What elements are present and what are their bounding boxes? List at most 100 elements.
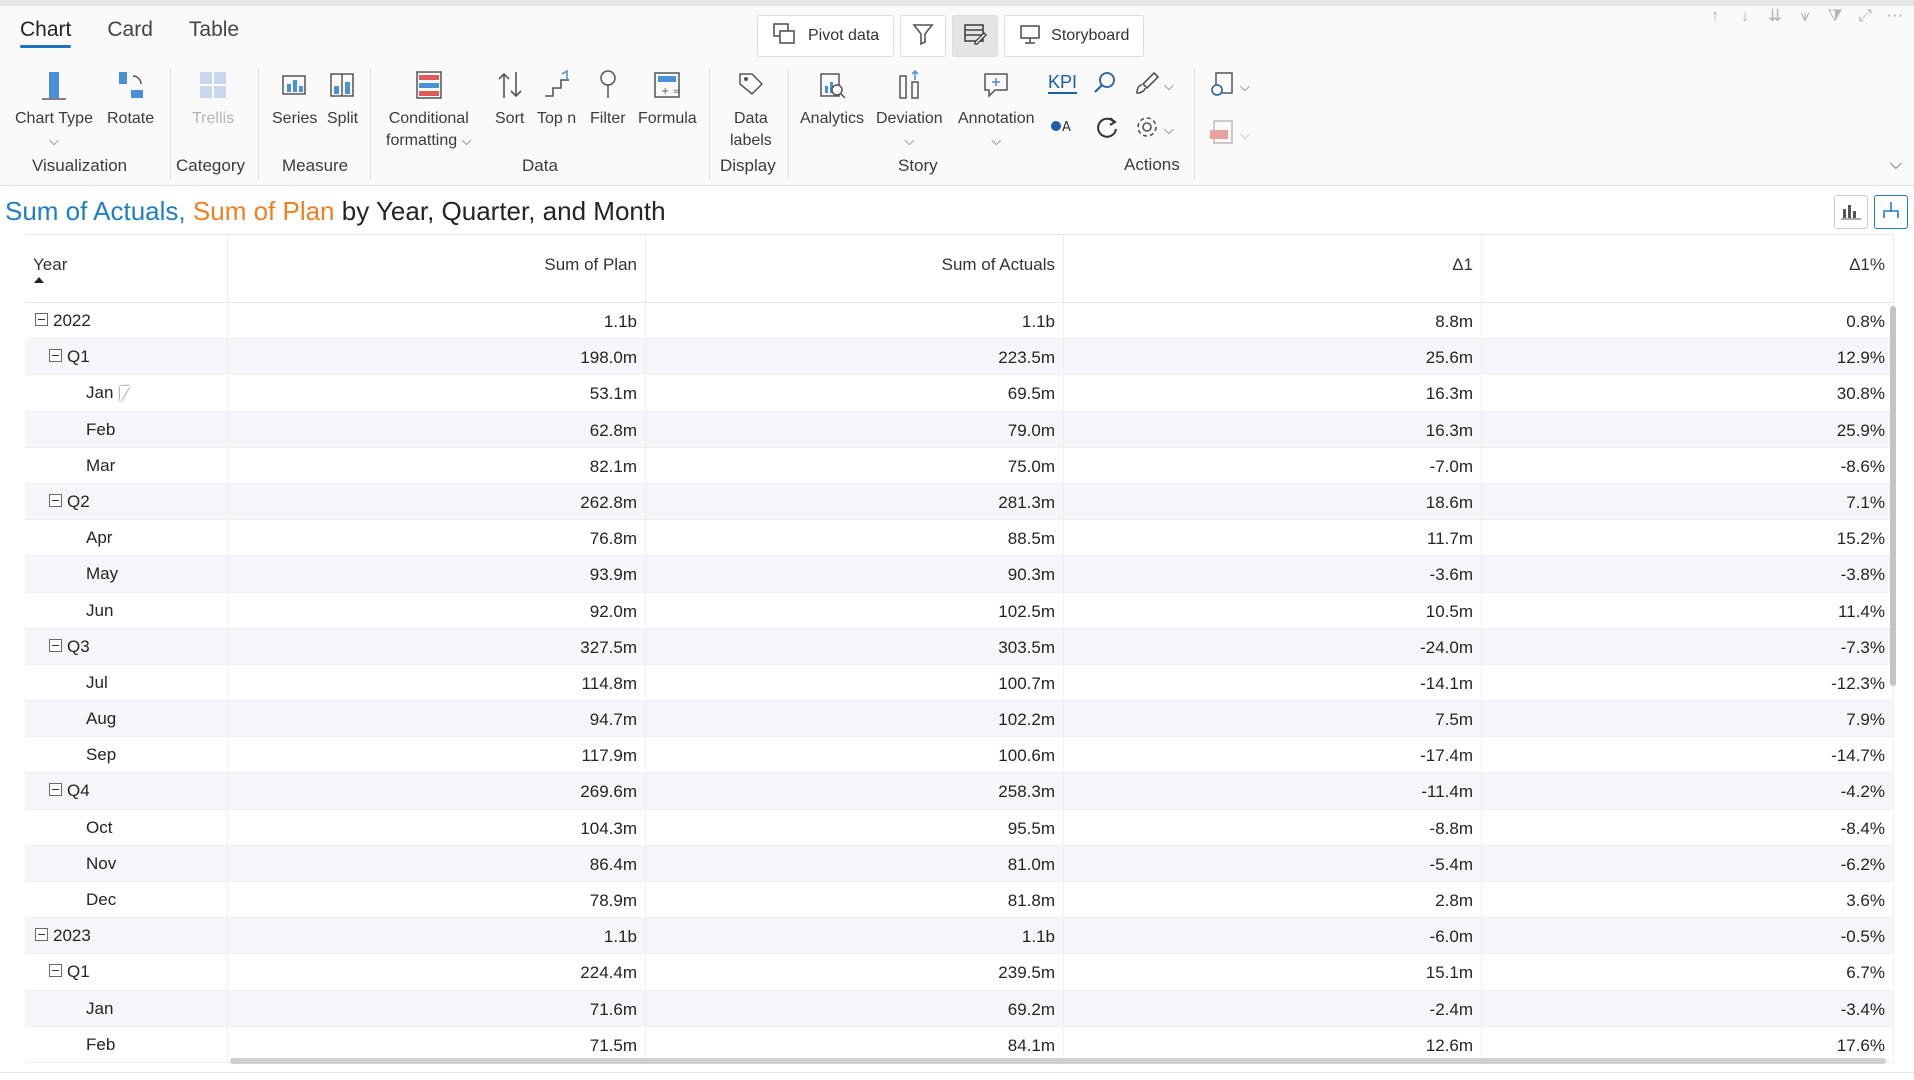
trellis-icon: [198, 62, 228, 102]
table-row[interactable]: Q3 327.5m 303.5m -24.0m -7.3%: [25, 628, 1894, 665]
deviation-icon: [894, 62, 924, 102]
legend-toggle-button[interactable]: A: [1050, 116, 1078, 141]
rotate-button[interactable]: Rotate: [107, 62, 154, 130]
header-actuals[interactable]: Sum of Actuals: [646, 235, 1064, 302]
collapse-icon[interactable]: [49, 493, 62, 507]
horizontal-scrollbar[interactable]: [230, 1058, 1886, 1064]
collapse-icon[interactable]: [35, 313, 48, 326]
cell-delta-percent: 3.6%: [1482, 882, 1894, 918]
search-icon: [1092, 70, 1118, 101]
header-year[interactable]: Year: [25, 235, 228, 302]
cell-delta-percent: -8.4%: [1482, 809, 1894, 845]
table-row[interactable]: May 93.9m 90.3m -3.6m -3.8%: [25, 556, 1894, 593]
table-row[interactable]: Apr 76.8m 88.5m 11.7m 15.2%: [25, 520, 1894, 557]
double-arrow-down-icon[interactable]: ⇊: [1764, 6, 1786, 26]
data-table: Year Sum of Plan Sum of Actuals Δ1 Δ1% 2…: [25, 234, 1894, 1063]
table-row[interactable]: Q2 262.8m 281.3m 18.6m 7.1%: [25, 483, 1894, 521]
cell-delta-percent: -12.3%: [1482, 664, 1894, 701]
table-mode-button[interactable]: [1874, 195, 1908, 229]
cell-plan: 78.9m: [228, 882, 646, 918]
vertical-scrollbar[interactable]: [1890, 306, 1896, 686]
table-row[interactable]: 2023 1.1b 1.1b -6.0m -0.5%: [25, 918, 1894, 955]
pivot-data-button[interactable]: Pivot data: [757, 15, 895, 57]
table-row[interactable]: Jan 53.1m 69.5m 16.3m 30.8%: [25, 375, 1894, 412]
table-row[interactable]: Feb 62.8m 79.0m 16.3m 25.9%: [25, 411, 1894, 448]
chart-mode-button[interactable]: [1834, 195, 1868, 229]
annotation-button[interactable]: Annotation ⌵: [958, 62, 1035, 152]
export-settings-button[interactable]: ⌵: [1208, 70, 1250, 103]
focus-mode-icon[interactable]: ⤢: [1854, 6, 1876, 26]
cell-actuals: 1.1b: [646, 918, 1064, 954]
filter-icon[interactable]: ⧩: [1824, 6, 1846, 26]
table-row[interactable]: Jul 114.8m 100.7m -14.1m -12.3%: [25, 664, 1894, 702]
tab-card[interactable]: Card: [107, 18, 153, 48]
formula-button[interactable]: + = Formula: [638, 62, 697, 130]
table-row[interactable]: Jan 71.6m 69.2m -2.4m -3.4%: [25, 990, 1894, 1027]
cell-actuals-text: 69.5m: [1007, 384, 1055, 404]
cell-delta-percent: -0.5%: [1482, 918, 1894, 954]
paint-brush-button[interactable]: ⌵: [1134, 70, 1174, 101]
tab-chart[interactable]: Chart: [20, 18, 72, 48]
cell-actuals: 303.5m: [646, 628, 1064, 664]
row-label: 2022: [25, 303, 228, 339]
collapse-icon[interactable]: [49, 964, 62, 978]
cell-actuals-text: 258.3m: [998, 782, 1055, 802]
trellis-button[interactable]: Trellis: [192, 62, 234, 130]
collapse-icon[interactable]: [35, 928, 48, 942]
cell-actuals-text: 1.1b: [1021, 312, 1055, 331]
table-row[interactable]: Q4 269.6m 258.3m -11.4m -4.2%: [25, 773, 1894, 810]
cell-delta-text: -17.4m: [1420, 746, 1473, 766]
filter-button[interactable]: Filter: [590, 62, 626, 130]
formatting-text: formatting: [386, 132, 458, 149]
data-labels-button[interactable]: Data labels: [730, 62, 772, 152]
header-delta-percent[interactable]: Δ1%: [1482, 235, 1894, 302]
cell-delta-percent: 25.9%: [1482, 411, 1894, 447]
table-row[interactable]: Q1 198.0m 223.5m 25.6m 12.9%: [25, 339, 1894, 376]
more-options-icon[interactable]: ⋯: [1884, 6, 1906, 26]
chart-type-button[interactable]: Chart Type ⌵: [15, 62, 93, 152]
kpi-button[interactable]: KPI: [1048, 72, 1078, 94]
cell-delta: -7.0m: [1064, 447, 1482, 483]
pdf-export-button[interactable]: ⌵: [1208, 118, 1250, 151]
storyboard-button[interactable]: Storyboard: [1004, 15, 1145, 57]
expand-hierarchy-icon[interactable]: ⩛: [1794, 6, 1816, 26]
tab-table[interactable]: Table: [189, 18, 239, 48]
settings-button[interactable]: ⌵: [1134, 114, 1174, 145]
edit-table-button[interactable]: [952, 15, 999, 57]
cell-delta-text: 7.5m: [1435, 710, 1473, 730]
table-row[interactable]: Dec 78.9m 81.8m 2.8m 3.6%: [25, 882, 1894, 919]
top-n-button[interactable]: Top n: [537, 62, 576, 130]
cell-delta-text: -14.1m: [1420, 673, 1473, 693]
table-row[interactable]: Oct 104.3m 95.5m -8.8m -8.4%: [25, 809, 1894, 846]
table-header: Year Sum of Plan Sum of Actuals Δ1 Δ1%: [25, 235, 1894, 303]
collapse-icon[interactable]: [49, 638, 62, 652]
analytics-button[interactable]: Analytics: [800, 62, 864, 130]
series-button[interactable]: Series: [272, 62, 317, 130]
split-button[interactable]: Split: [327, 62, 358, 130]
header-plan[interactable]: Sum of Plan: [228, 235, 646, 302]
deviation-button[interactable]: Deviation ⌵: [876, 62, 943, 152]
table-row[interactable]: Aug 94.7m 102.2m 7.5m 7.9%: [25, 701, 1894, 738]
collapse-icon[interactable]: [49, 349, 62, 363]
table-row[interactable]: Q1 224.4m 239.5m 15.1m 6.7%: [25, 954, 1894, 991]
arrow-down-icon[interactable]: ↓: [1734, 6, 1756, 26]
header-delta[interactable]: Δ1: [1064, 235, 1482, 302]
row-label-text: May: [86, 564, 119, 584]
sort-ascending-icon: [34, 277, 44, 283]
table-row[interactable]: 2022 1.1b 1.1b 8.8m 0.8%: [25, 303, 1894, 340]
arrow-up-icon[interactable]: ↑: [1704, 6, 1726, 26]
filter-funnel-button[interactable]: [900, 15, 947, 57]
sort-button[interactable]: Sort: [495, 62, 524, 130]
collapse-ribbon-chevron-icon[interactable]: ⌵: [1890, 156, 1902, 174]
reset-button[interactable]: [1094, 114, 1120, 145]
table-row[interactable]: Nov 86.4m 81.0m -5.4m -6.2%: [25, 845, 1894, 882]
cell-actuals: 69.2m: [646, 990, 1064, 1026]
collapse-icon[interactable]: [49, 783, 62, 797]
table-row[interactable]: Jun 92.0m 102.5m 10.5m 11.4%: [25, 592, 1894, 629]
cell-actuals: 84.1m: [646, 1026, 1064, 1062]
table-row[interactable]: Mar 82.1m 75.0m -7.0m -8.6%: [25, 447, 1894, 484]
cell-actuals-text: 75.0m: [1007, 456, 1055, 476]
search-button[interactable]: [1092, 70, 1118, 101]
conditional-formatting-button[interactable]: Conditional formatting ⌵: [386, 62, 471, 152]
table-row[interactable]: Sep 117.9m 100.6m -17.4m -14.7%: [25, 737, 1894, 774]
